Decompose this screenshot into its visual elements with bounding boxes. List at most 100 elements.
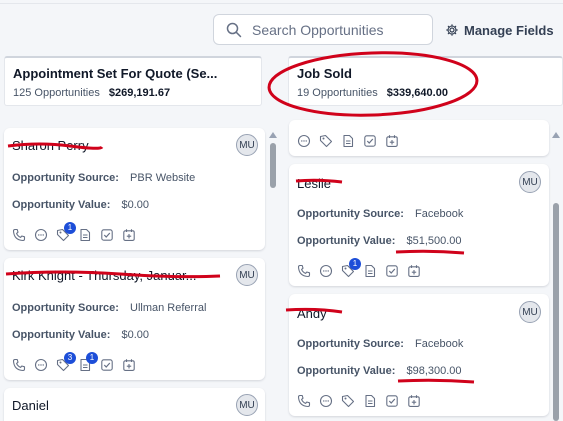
phone-icon[interactable]: [297, 394, 311, 408]
opportunity-name[interactable]: Sharon Perry: [12, 138, 89, 153]
note-icon[interactable]: 1: [78, 352, 98, 372]
opportunity-name[interactable]: Daniel: [12, 398, 49, 413]
opportunity-card-partial[interactable]: [289, 120, 549, 156]
task-checkbox-icon[interactable]: [385, 264, 399, 278]
field-value: $51,500.00: [406, 235, 462, 247]
field-label: Opportunity Value:: [12, 199, 111, 211]
opportunity-value-row: Opportunity Value: $0.00: [12, 329, 149, 341]
column-title: Job Sold: [297, 66, 352, 81]
task-checkbox-icon[interactable]: [100, 358, 114, 372]
calendar-add-icon[interactable]: [122, 228, 136, 242]
scrollbar-thumb[interactable]: [270, 143, 276, 188]
opportunity-source-row: Opportunity Source: PBR Website: [12, 172, 195, 184]
chat-icon[interactable]: [319, 264, 333, 278]
calendar-add-icon[interactable]: [385, 134, 399, 148]
field-value: $98,300.00: [406, 365, 462, 377]
top-divider: [0, 3, 563, 4]
count-badge: 1: [349, 258, 361, 270]
task-checkbox-icon[interactable]: [363, 134, 377, 148]
column-count: 19 Opportunities: [297, 87, 378, 99]
manage-fields-label: Manage Fields: [464, 22, 554, 38]
field-label: Opportunity Value:: [12, 329, 111, 341]
avatar[interactable]: MU: [519, 301, 541, 323]
column-meta: 19 Opportunities $339,640.00: [297, 87, 448, 99]
avatar[interactable]: MU: [236, 134, 258, 156]
column-header-job-sold[interactable]: Job Sold 19 Opportunities $339,640.00: [288, 56, 563, 106]
search-box[interactable]: [213, 14, 433, 45]
column-meta: 125 Opportunities $269,191.67: [13, 87, 170, 99]
column-count: 125 Opportunities: [13, 87, 100, 99]
search-input[interactable]: [252, 20, 428, 40]
gear-icon: [446, 24, 458, 36]
opportunity-card[interactable]: Kirk Knight - Thursday, Januar... MU Opp…: [4, 258, 265, 380]
card-actions: 31: [12, 352, 136, 372]
note-icon[interactable]: [78, 228, 92, 242]
field-value: Facebook: [415, 208, 464, 220]
phone-icon[interactable]: [12, 358, 26, 372]
task-checkbox-icon[interactable]: [385, 394, 399, 408]
field-value: $0.00: [121, 199, 149, 211]
opportunity-source-row: Opportunity Source: Facebook: [297, 338, 463, 350]
field-label: Opportunity Value:: [297, 365, 396, 377]
field-label: Opportunity Source:: [297, 208, 404, 220]
calendar-add-icon[interactable]: [122, 358, 136, 372]
scrollbar-thumb[interactable]: [553, 203, 559, 421]
column-amount: $339,640.00: [386, 87, 448, 99]
field-label: Opportunity Source:: [12, 302, 119, 314]
column-amount: $269,191.67: [108, 87, 171, 99]
card-actions: 1: [297, 258, 421, 278]
column-header-appointment-set[interactable]: Appointment Set For Quote (Se... 125 Opp…: [4, 56, 262, 106]
field-value: Facebook: [415, 338, 464, 350]
card-actions: 1: [12, 222, 136, 242]
avatar[interactable]: MU: [236, 264, 258, 286]
top-bar: Manage Fields: [0, 0, 563, 54]
card-actions: [297, 394, 421, 408]
tag-icon[interactable]: 1: [341, 258, 361, 278]
field-value: Ullman Referral: [130, 302, 207, 314]
chat-icon[interactable]: [319, 394, 333, 408]
field-label: Opportunity Source:: [12, 172, 119, 184]
chat-icon[interactable]: [34, 228, 48, 242]
chat-icon[interactable]: [297, 134, 311, 148]
calendar-add-icon[interactable]: [407, 394, 421, 408]
chat-icon[interactable]: [34, 358, 48, 372]
tag-icon[interactable]: [341, 394, 355, 408]
manage-fields-button[interactable]: Manage Fields: [446, 21, 554, 39]
field-value: $0.00: [121, 329, 149, 341]
opportunity-card[interactable]: Daniel MU: [4, 388, 265, 421]
count-badge: 1: [86, 352, 98, 364]
avatar[interactable]: MU: [236, 394, 258, 416]
field-label: Opportunity Source:: [297, 338, 404, 350]
opportunity-name[interactable]: Leslie: [297, 176, 331, 191]
scroll-up-arrow[interactable]: [269, 132, 277, 138]
opportunity-value-row: Opportunity Value: $0.00: [12, 199, 149, 211]
scroll-up-arrow[interactable]: [552, 132, 560, 138]
count-badge: 1: [64, 222, 76, 234]
avatar[interactable]: MU: [519, 171, 541, 193]
calendar-add-icon[interactable]: [407, 264, 421, 278]
phone-icon[interactable]: [297, 264, 311, 278]
opportunity-name[interactable]: Kirk Knight - Thursday, Januar...: [12, 268, 197, 283]
card-actions: [297, 134, 399, 148]
opportunity-card[interactable]: Leslie MU Opportunity Source: Facebook O…: [289, 164, 549, 286]
opportunity-value-row: Opportunity Value: $98,300.00: [297, 365, 462, 377]
opportunity-card[interactable]: Andy MU Opportunity Source: Facebook Opp…: [289, 294, 549, 416]
field-label: Opportunity Value:: [297, 235, 396, 247]
task-checkbox-icon[interactable]: [100, 228, 114, 242]
count-badge: 3: [64, 352, 76, 364]
column-title: Appointment Set For Quote (Se...: [13, 66, 218, 81]
opportunity-card[interactable]: Sharon Perry MU Opportunity Source: PBR …: [4, 128, 265, 250]
opportunity-source-row: Opportunity Source: Ullman Referral: [12, 302, 206, 314]
opportunity-source-row: Opportunity Source: Facebook: [297, 208, 463, 220]
phone-icon[interactable]: [12, 228, 26, 242]
note-icon[interactable]: [363, 264, 377, 278]
field-value: PBR Website: [130, 172, 196, 184]
opportunity-value-row: Opportunity Value: $51,500.00: [297, 235, 462, 247]
note-icon[interactable]: [341, 134, 355, 148]
opportunity-name[interactable]: Andy: [297, 306, 327, 321]
tag-icon[interactable]: 3: [56, 352, 76, 372]
tag-icon[interactable]: [319, 134, 333, 148]
search-icon: [226, 22, 242, 38]
note-icon[interactable]: [363, 394, 377, 408]
tag-icon[interactable]: 1: [56, 222, 76, 242]
